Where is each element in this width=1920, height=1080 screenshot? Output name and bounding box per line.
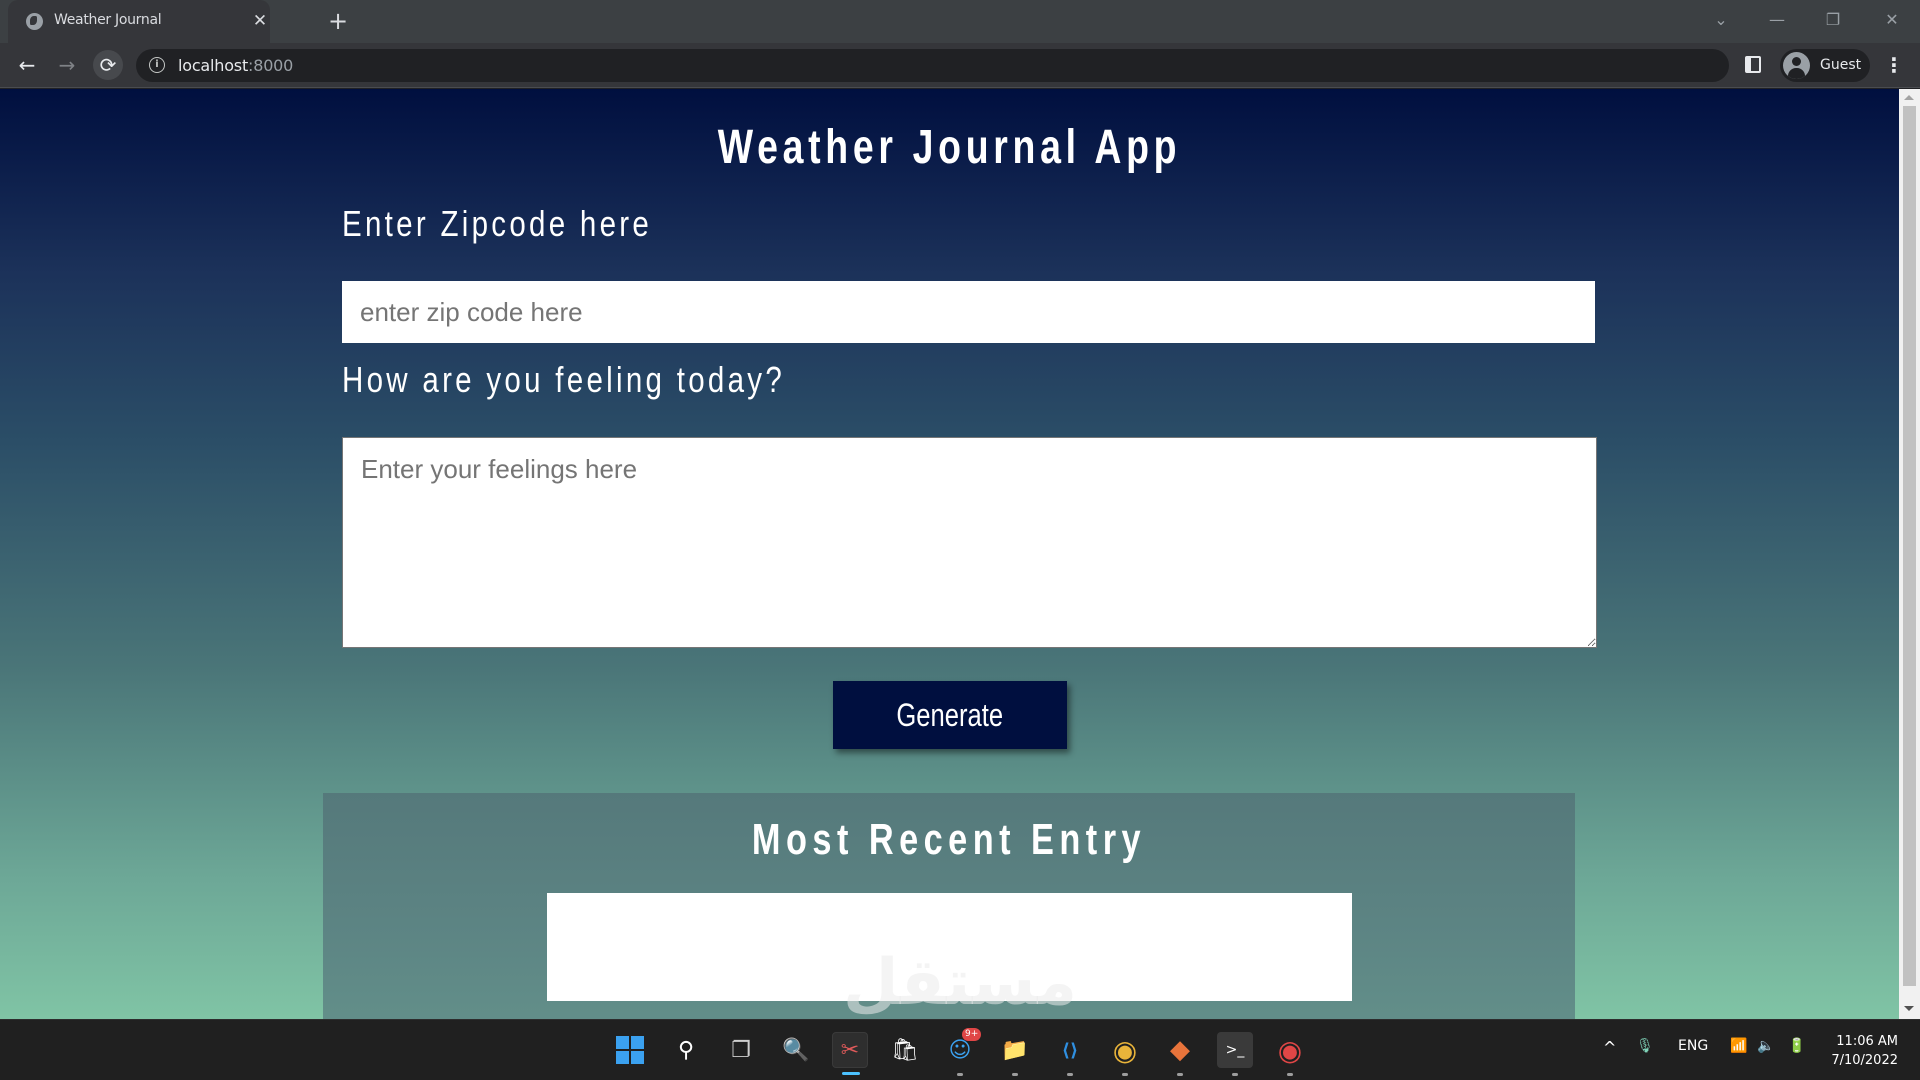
entry-holder xyxy=(547,893,1352,1001)
page-viewport: Weather Journal App Enter Zipcode here H… xyxy=(0,89,1899,1019)
minimize-button[interactable]: — xyxy=(1749,0,1805,43)
avatar-icon xyxy=(1783,52,1810,79)
generate-label: Generate xyxy=(896,696,1004,733)
vscode-icon: ⟨⟩ xyxy=(1061,1039,1079,1061)
window-close-button[interactable]: ✕ xyxy=(1864,0,1920,43)
clock[interactable]: 11:06 AM 7/10/2022 xyxy=(1818,1032,1898,1070)
battery-icon[interactable]: 🔋 xyxy=(1788,1038,1805,1054)
clock-time: 11:06 AM xyxy=(1836,1034,1898,1049)
zip-label: Enter Zipcode here xyxy=(342,203,653,244)
url-port: :8000 xyxy=(248,56,294,75)
url-host: localhost xyxy=(178,56,249,75)
feelings-label: How are you feeling today? xyxy=(342,359,786,400)
browser-toolbar: ← → ⟳ i localhost:8000 Guest ⋮ xyxy=(0,43,1920,88)
wifi-icon[interactable]: 📶 xyxy=(1730,1038,1747,1054)
restore-button[interactable]: ❐ xyxy=(1805,0,1861,43)
clock-date: 7/10/2022 xyxy=(1831,1053,1898,1068)
language-indicator[interactable]: ENG xyxy=(1678,1038,1708,1054)
task-view-button[interactable]: ❐ xyxy=(723,1032,759,1068)
git-icon: ◆ xyxy=(1170,1035,1190,1065)
tab-search-button[interactable]: ⌄ xyxy=(1693,0,1749,43)
url-text[interactable]: localhost:8000 xyxy=(178,56,293,75)
reload-button[interactable]: ⟳ xyxy=(93,50,123,80)
terminal-icon: >_ xyxy=(1225,1042,1245,1058)
running-indicator xyxy=(1177,1073,1183,1076)
scroll-up-icon[interactable] xyxy=(1904,95,1914,100)
new-tab-button[interactable]: + xyxy=(324,8,352,36)
notification-badge: 9+ xyxy=(962,1028,982,1041)
git-button[interactable]: ◆ xyxy=(1162,1032,1198,1076)
profile-name: Guest xyxy=(1820,57,1862,73)
chrome-2-button[interactable]: ◉ xyxy=(1272,1032,1308,1076)
address-bar[interactable]: i localhost:8000 xyxy=(136,49,1729,82)
discord-icon: ☺ xyxy=(948,1037,972,1063)
scroll-down-icon[interactable] xyxy=(1904,1006,1914,1011)
running-indicator xyxy=(1232,1073,1238,1076)
chrome-button[interactable]: ◉ xyxy=(1107,1032,1143,1076)
back-button[interactable]: ← xyxy=(12,50,42,80)
file-explorer-button[interactable]: 📁 xyxy=(997,1032,1033,1076)
vscode-button[interactable]: ⟨⟩ xyxy=(1052,1032,1088,1076)
page-title: Weather Journal App xyxy=(717,121,1182,174)
running-indicator xyxy=(957,1073,963,1076)
widgets-icon: 🔍 xyxy=(782,1037,810,1063)
search-icon: ⚲ xyxy=(677,1037,695,1063)
widgets-button[interactable]: 🔍 xyxy=(778,1032,814,1068)
tray-overflow-chevron[interactable]: ^ xyxy=(1603,1038,1616,1057)
running-indicator xyxy=(1122,1073,1128,1076)
store-icon: 🛍 xyxy=(891,1037,919,1063)
active-indicator xyxy=(842,1072,860,1075)
info-icon[interactable]: i xyxy=(149,57,165,73)
snipping-tool-icon: ✂ xyxy=(840,1037,860,1063)
browser-menu-button[interactable]: ⋮ xyxy=(1882,53,1906,79)
snipping-tool-button[interactable]: ✂ xyxy=(832,1032,868,1075)
zip-input[interactable] xyxy=(342,281,1595,343)
feelings-textarea[interactable] xyxy=(342,437,1597,648)
tab-close-button[interactable]: ✕ xyxy=(248,9,272,33)
browser-tab[interactable]: Weather Journal ✕ xyxy=(8,0,270,43)
tab-title: Weather Journal xyxy=(54,12,162,28)
microphone-icon[interactable]: 🎙 xyxy=(1636,1038,1654,1054)
volume-icon[interactable]: 🔈 xyxy=(1757,1038,1774,1054)
taskbar-search-button[interactable]: ⚲ xyxy=(668,1032,704,1068)
entry-title: Most Recent Entry xyxy=(751,815,1147,864)
profile-button[interactable]: Guest xyxy=(1780,49,1870,82)
running-indicator xyxy=(1012,1073,1018,1076)
forward-button[interactable]: → xyxy=(52,50,82,80)
running-indicator xyxy=(1067,1073,1073,1076)
generate-button[interactable]: Generate xyxy=(833,681,1067,749)
side-panel-icon[interactable] xyxy=(1745,56,1761,73)
folder-icon: 📁 xyxy=(1001,1037,1029,1063)
windows-logo-icon xyxy=(616,1036,644,1064)
start-button[interactable] xyxy=(612,1032,648,1068)
entry-panel: Most Recent Entry xyxy=(323,793,1575,1019)
tab-strip: Weather Journal ✕ + ⌄ — ❐ ✕ xyxy=(0,0,1920,43)
chrome-icon: ◉ xyxy=(1277,1033,1303,1067)
store-button[interactable]: 🛍 xyxy=(887,1032,923,1068)
task-view-icon: ❐ xyxy=(731,1037,751,1063)
discord-button[interactable]: ☺ 9+ xyxy=(942,1028,982,1076)
terminal-button[interactable]: >_ xyxy=(1217,1032,1253,1076)
scroll-thumb[interactable] xyxy=(1903,106,1916,986)
taskbar: ⚲ ❐ 🔍 ✂ 🛍 ☺ 9+ 📁 ⟨⟩ ◉ ◆ >_ ◉ ^ 🎙 ENG 📶 🔈… xyxy=(0,1019,1920,1080)
chrome-icon: ◉ xyxy=(1112,1033,1138,1067)
globe-icon xyxy=(26,13,43,30)
page-scrollbar[interactable] xyxy=(1899,89,1920,1019)
running-indicator xyxy=(1287,1073,1293,1076)
